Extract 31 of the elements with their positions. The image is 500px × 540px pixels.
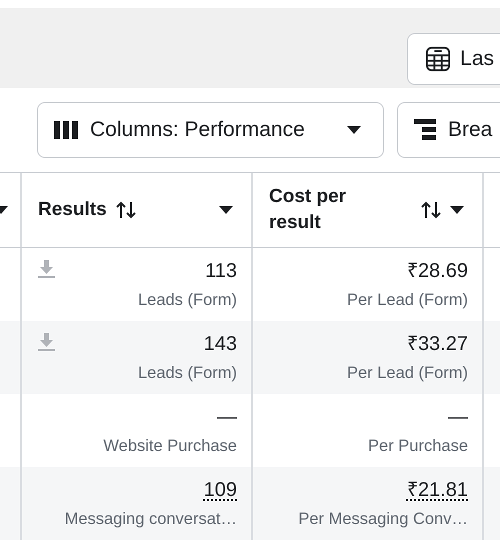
caret-icon[interactable] [347, 126, 361, 134]
column-header[interactable]: Results [38, 197, 107, 223]
calendar-icon [426, 46, 450, 72]
result-value: 109 [204, 478, 237, 502]
cost-type: Per Lead (Form) [346, 362, 468, 384]
cost-value: ₹33.27 [406, 332, 468, 356]
column-header[interactable]: Cost per result [269, 184, 379, 236]
result-type: Messaging conversat… [64, 508, 237, 530]
caret-icon[interactable] [219, 206, 233, 214]
cost-value: — [448, 404, 468, 428]
result-value: — [217, 404, 237, 428]
sort-icon[interactable] [114, 201, 137, 219]
date-range-button[interactable]: Las [407, 33, 500, 85]
sort-icon[interactable] [420, 201, 442, 219]
breakdown-button[interactable]: Brea [397, 102, 500, 158]
breakdown-icon [414, 119, 436, 141]
result-type: Leads (Form) [138, 290, 237, 310]
cost-value: ₹28.69 [406, 258, 468, 282]
cost-type: Per Lead (Form) [346, 290, 468, 310]
cost-type: Per Purchase [368, 436, 468, 456]
columns-button[interactable]: Columns: Performance [37, 102, 384, 158]
table-row[interactable]: 143 Leads (Form) ₹33.27 Per Lead (Form) [0, 321, 500, 394]
table-row[interactable]: 109 Messaging conversat… ₹21.81 Per Messaging Conv… [0, 467, 500, 540]
result-type: Leads (Form) [138, 362, 237, 384]
cost-type: Per Messaging Conv… [298, 508, 468, 530]
caret-icon[interactable] [450, 206, 464, 214]
result-type: Website Purchase [103, 436, 237, 456]
result-value: 113 [205, 258, 237, 282]
cost-value: ₹21.81 [406, 478, 468, 502]
result-value: 143 [204, 332, 237, 356]
columns-icon [54, 121, 78, 139]
